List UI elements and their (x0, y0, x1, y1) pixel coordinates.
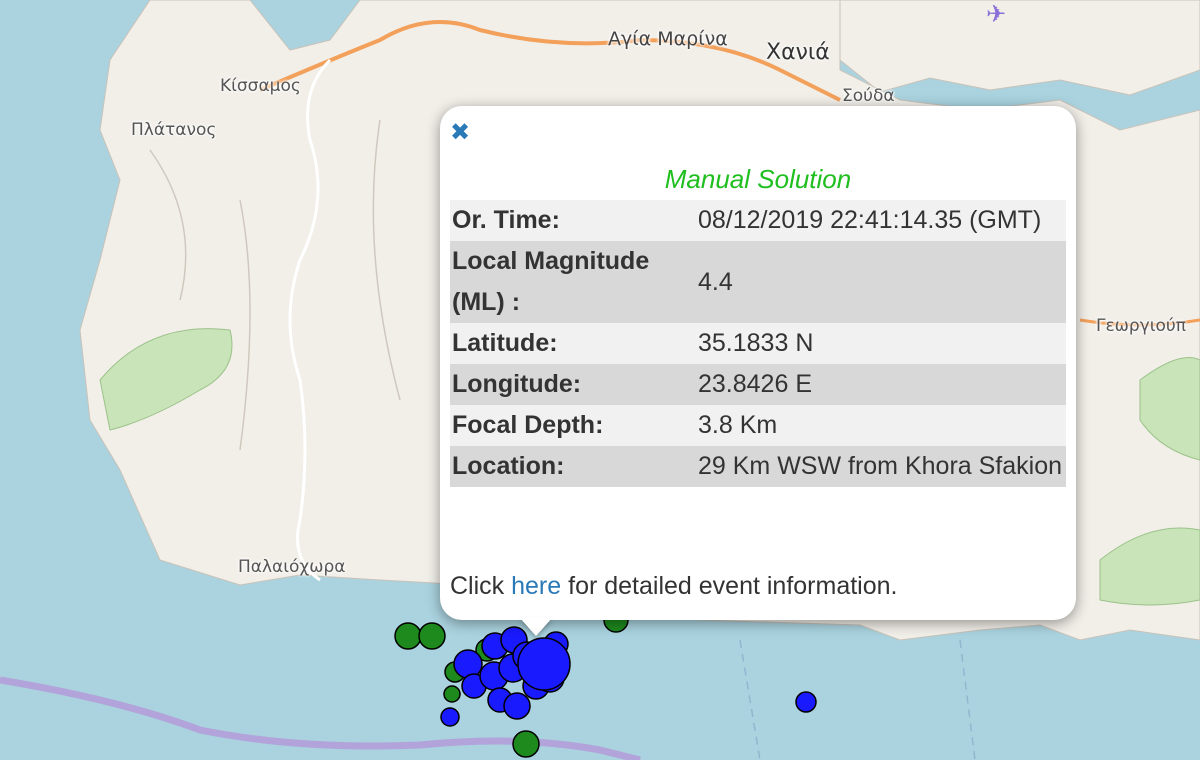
airport-icon: ✈ (986, 1, 1006, 28)
footer-prefix: Click (450, 572, 505, 600)
place-label-kissamos: Κίσσαμος (220, 76, 301, 96)
row-label: Focal Depth: (450, 405, 696, 446)
akrotiri-land (839, 0, 1200, 96)
table-row: Latitude: 35.1833 N (450, 323, 1066, 364)
place-label-georgioupoli: Γεωργιούπ (1096, 316, 1186, 336)
table-row: Local Magnitude (ML) : 4.4 (450, 241, 1066, 323)
row-value: 29 Km WSW from Khora Sfakion (696, 446, 1066, 487)
close-icon[interactable]: ✖ (450, 120, 470, 144)
table-row: Location: 29 Km WSW from Khora Sfakion (450, 446, 1066, 487)
event-marker-older[interactable] (443, 685, 461, 703)
footer-suffix: for detailed event information. (568, 572, 898, 600)
event-details-link[interactable]: here (511, 572, 561, 600)
row-value: 3.8 Km (696, 405, 1066, 446)
event-marker-older[interactable] (418, 622, 446, 650)
place-label-paleochora: Παλαιόχωρα (238, 557, 346, 577)
event-marker[interactable] (503, 692, 531, 720)
row-value: 23.8426 E (696, 364, 1066, 405)
place-label-platanos: Πλάτανος (131, 120, 217, 140)
event-details-table: Or. Time: 08/12/2019 22:41:14.35 (GMT) L… (450, 200, 1066, 487)
event-marker-older[interactable] (394, 622, 422, 650)
event-marker[interactable] (453, 649, 483, 679)
row-label: Location: (450, 446, 696, 487)
event-marker-selected[interactable] (517, 637, 571, 691)
popup-tip (520, 618, 552, 636)
row-label: Local Magnitude (ML) : (450, 241, 696, 323)
row-value: 08/12/2019 22:41:14.35 (GMT) (696, 200, 1066, 241)
table-row: Focal Depth: 3.8 Km (450, 405, 1066, 446)
row-label: Latitude: (450, 323, 696, 364)
row-value: 4.4 (696, 241, 1066, 323)
place-label-agia-marina: Αγία Μαρίνα (608, 28, 728, 50)
place-label-chania: Χανιά (766, 40, 830, 65)
event-marker[interactable] (440, 707, 460, 727)
popup-footer: Click here for detailed event informatio… (450, 572, 897, 601)
event-marker-older[interactable] (512, 730, 540, 758)
event-popup: ✖ Manual Solution Or. Time: 08/12/2019 2… (440, 106, 1076, 620)
table-row: Or. Time: 08/12/2019 22:41:14.35 (GMT) (450, 200, 1066, 241)
place-label-souda: Σούδα (842, 86, 895, 106)
row-value: 35.1833 N (696, 323, 1066, 364)
row-label: Or. Time: (450, 200, 696, 241)
table-row: Longitude: 23.8426 E (450, 364, 1066, 405)
popup-title: Manual Solution (664, 164, 852, 194)
event-marker[interactable] (795, 691, 817, 713)
row-label: Longitude: (450, 364, 696, 405)
